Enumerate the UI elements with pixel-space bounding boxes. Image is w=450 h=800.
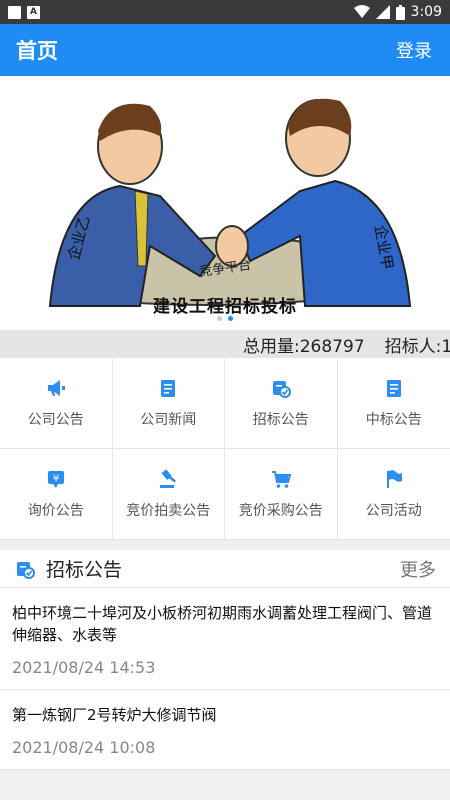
stats-ticker: 总用量:268797 招标人:1 — [0, 330, 450, 358]
list-item-date: 2021/08/24 10:08 — [12, 738, 156, 757]
notepad-icon — [386, 380, 401, 397]
grid-item-auction-notice[interactable]: 竞价拍卖公告 — [112, 449, 225, 540]
carousel-dot-active[interactable] — [228, 316, 233, 321]
wifi-icon — [353, 5, 370, 18]
list-item-date: 2021/08/24 14:53 — [12, 658, 156, 677]
section-header: 招标公告 更多 — [0, 550, 450, 588]
megaphone-icon — [47, 380, 65, 396]
notepad-icon — [161, 380, 176, 397]
app-notification-icon: A — [27, 5, 40, 19]
grid-item-label: 公司活动 — [365, 503, 422, 519]
cart-icon — [271, 471, 292, 488]
grid-item-label: 竞价采购公告 — [238, 503, 323, 519]
page-title: 首页 — [16, 39, 58, 63]
carousel-dots — [0, 316, 450, 321]
banner-caption: 建设工程招标投标 — [153, 297, 297, 317]
signal-icon — [375, 5, 390, 19]
app-bar: 首页 登录 — [0, 24, 450, 76]
checked-document-icon — [272, 381, 291, 398]
login-button[interactable]: 登录 — [396, 37, 432, 63]
yen-message-icon: ¥ — [47, 471, 64, 488]
grid-item-label: 中标公告 — [365, 412, 422, 428]
grid-item-label: 询价公告 — [27, 503, 84, 519]
grid-item-award-notice[interactable]: 中标公告 — [337, 358, 450, 449]
carousel-dot[interactable] — [217, 316, 222, 321]
checked-document-icon — [17, 561, 35, 579]
flag-icon — [386, 470, 402, 488]
grid-item-label: 公司公告 — [27, 412, 84, 428]
list-item[interactable]: 第一炼钢厂2号转炉大修调节阀 2021/08/24 10:08 — [0, 690, 450, 770]
grid-item-procurement-notice[interactable]: 竞价采购公告 — [225, 449, 338, 540]
grid-item-label: 公司新闻 — [140, 412, 197, 428]
more-link[interactable]: 更多 — [400, 556, 436, 582]
list-item-title: 第一炼钢厂2号转炉大修调节阀 — [12, 706, 217, 724]
clock: 3:09 — [410, 4, 442, 20]
tender-notice-section: 招标公告 更多 柏中环境二十埠河及小板桥河初期雨水调蓄处理工程阀门、管道伸缩器、… — [0, 550, 450, 770]
feature-grid: 公司公告 公司新闻 招标公告 中标公告 ¥ 询价公告 竞价拍卖公告 竞价采购公告… — [0, 358, 450, 540]
notification-icon — [8, 5, 21, 19]
grid-item-tender-notice[interactable]: 招标公告 — [225, 358, 338, 449]
status-bar: A 3:09 — [0, 0, 450, 24]
gavel-icon — [160, 469, 177, 488]
grid-item-company-news[interactable]: 公司新闻 — [112, 358, 225, 449]
battery-icon — [395, 4, 405, 20]
ticker-tenderer: 招标人:1 — [384, 336, 450, 357]
list-item[interactable]: 柏中环境二十埠河及小板桥河初期雨水调蓄处理工程阀门、管道伸缩器、水表等 2021… — [0, 588, 450, 690]
svg-text:¥: ¥ — [53, 474, 59, 485]
ticker-total: 总用量:268797 — [243, 336, 365, 357]
grid-item-company-events[interactable]: 公司活动 — [337, 449, 450, 540]
section-title: 招标公告 — [46, 559, 123, 581]
grid-item-label: 招标公告 — [252, 412, 309, 428]
grid-item-label: 竞价拍卖公告 — [126, 503, 211, 519]
banner-carousel[interactable]: 企业乙 企业甲 竞争平台 建设工程招标投标 — [0, 76, 450, 330]
grid-item-company-notice[interactable]: 公司公告 — [0, 358, 113, 449]
list-item-title: 柏中环境二十埠河及小板桥河初期雨水调蓄处理工程阀门、管道伸缩器、水表等 — [12, 604, 433, 644]
grid-item-inquiry-notice[interactable]: ¥ 询价公告 — [0, 449, 113, 540]
